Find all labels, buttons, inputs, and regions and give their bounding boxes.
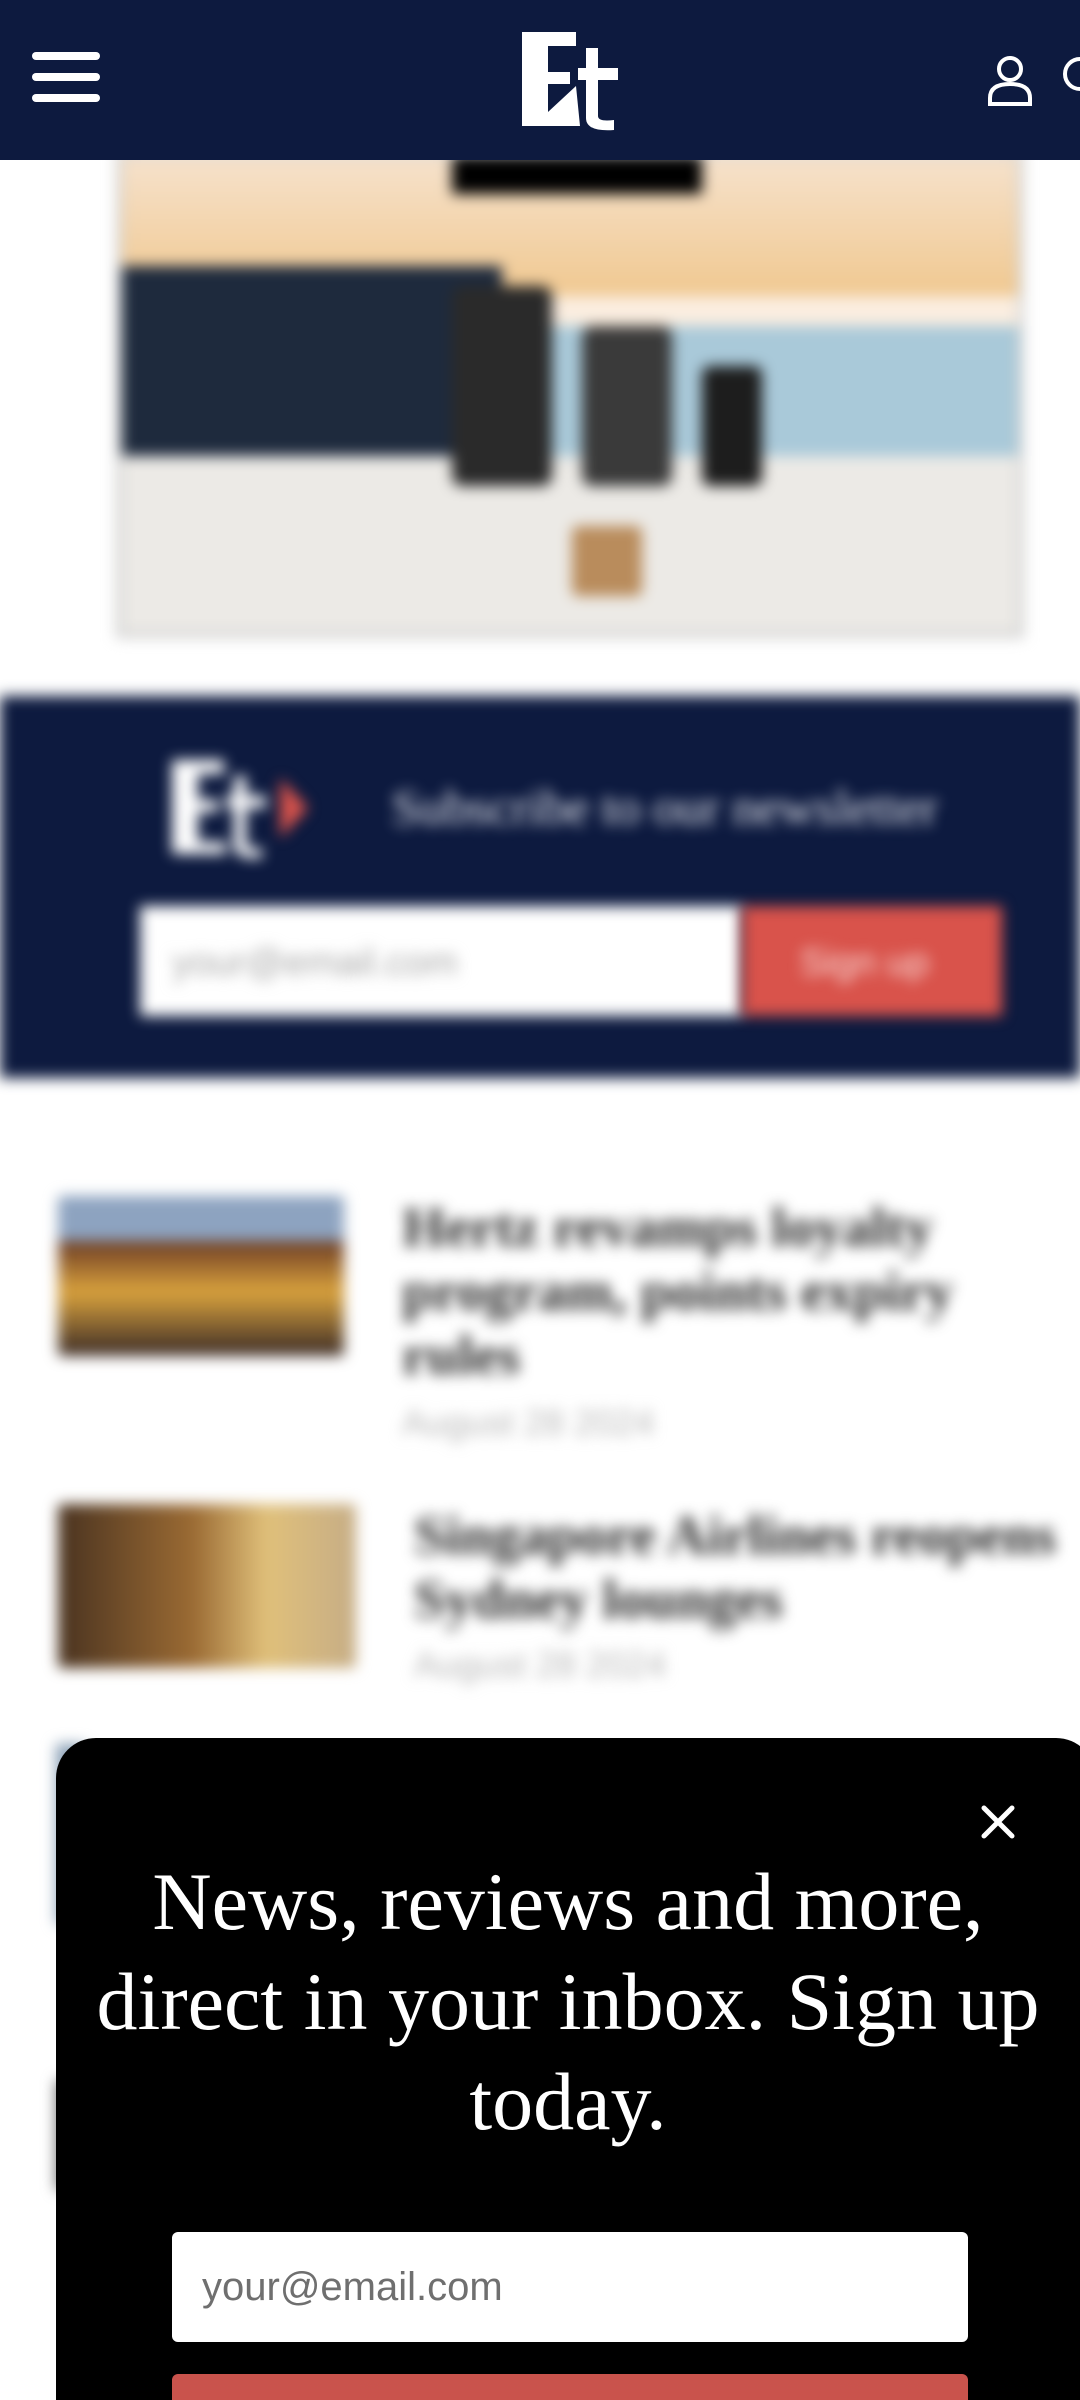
newsletter-section [0,696,1080,1078]
article-title[interactable]: Hertz revamps loyalty program, points ex… [402,1196,982,1388]
advertisement-banner[interactable] [116,150,1024,638]
newsletter-signup-label: Sign up [800,942,929,984]
modal-signup-button[interactable] [172,2374,968,2400]
newsletter-text: Subscribe to our newsletter [392,779,938,835]
modal-title: News, reviews and more, direct in your i… [96,1856,1040,2147]
menu-icon[interactable] [32,52,100,102]
site-logo[interactable] [518,24,628,134]
search-icon[interactable] [1058,54,1080,104]
article-date: August 28 2024 [402,1402,655,1443]
site-header [0,0,1080,160]
article-thumbnail[interactable] [58,1504,356,1668]
user-icon[interactable] [986,54,1034,106]
newsletter-email-placeholder: your@email.com [172,942,458,984]
modal-email-field[interactable] [172,2232,968,2342]
article-thumbnail[interactable] [58,1196,344,1356]
close-icon[interactable] [976,1800,1020,1844]
newsletter-logo [172,760,308,859]
article-date: August 28 2024 [414,1644,667,1685]
article-title[interactable]: Singapore Airlines reopens Sydney lounge… [414,1504,1074,1632]
